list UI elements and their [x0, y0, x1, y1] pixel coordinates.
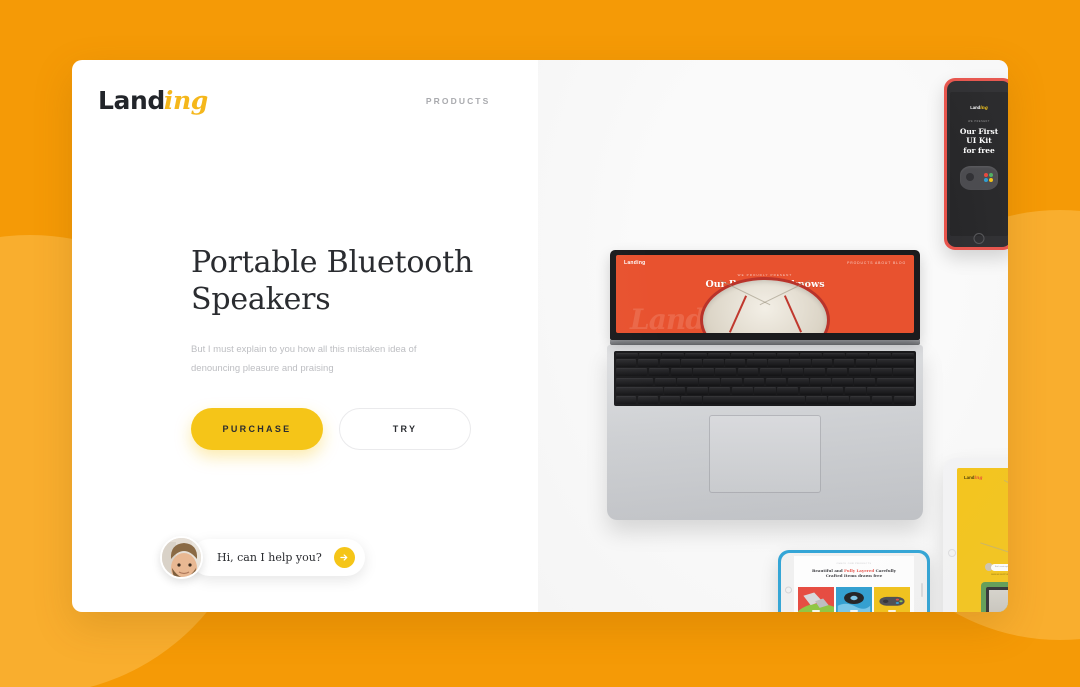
- drumstick-left: [728, 295, 747, 333]
- laptop-keyboard: [614, 351, 916, 407]
- logo[interactable]: Landing: [98, 86, 208, 116]
- laptop-screen: Landing Landing PRODUCTS ABOUT BLOG WE P…: [616, 255, 914, 333]
- red-phone-headline-line2: UI Kit: [966, 136, 992, 146]
- blue-phone-headline-line2: Crafted Items drawn free: [825, 573, 883, 579]
- laptop-screen-logo: Landing: [624, 260, 646, 266]
- red-phone-home-button: [973, 233, 985, 244]
- tablet-chat-message: But I must explain to you how all this m…: [991, 563, 1008, 571]
- hero-actions: PURCHASE TRY: [191, 408, 511, 451]
- tablet-chat-widget: But I must explain to you how all this m…: [985, 563, 1008, 571]
- red-phone-headline-line3: for free: [963, 145, 995, 155]
- arrow-right-icon[interactable]: [333, 547, 355, 568]
- blue-phone-eyebrow: CHECK OUR PRODUCTS: [836, 563, 872, 565]
- blue-phone-headline-a: Beautiful and: [812, 568, 845, 573]
- laptop-mockup: Landing Landing PRODUCTS ABOUT BLOG WE P…: [607, 250, 923, 520]
- blue-phone-headline-c: Carefully: [874, 568, 896, 573]
- product-card: SPLASH: [836, 587, 872, 612]
- logo-text-accent: ing: [163, 86, 208, 115]
- red-phone-headline: Our First UI Kit for free: [950, 127, 1008, 155]
- laptop-base: [607, 345, 923, 520]
- landing-page-card: Landing PRODUCTS ABOUT BLOG CONTACT Port…: [72, 60, 1008, 612]
- tablet-logo-accent: ing: [974, 476, 983, 481]
- blue-phone-body: CHECK OUR PRODUCTS Beautiful and Fully L…: [781, 553, 927, 612]
- product-card: GAMING: [874, 587, 910, 612]
- gamepad-buttons: [984, 173, 993, 182]
- blue-phone-side-button: [921, 583, 923, 597]
- retro-tv-illustration: [981, 582, 1008, 612]
- red-phone-screen-logo: Landing: [950, 105, 1008, 110]
- avatar: [160, 536, 203, 579]
- logo-text-main: Land: [98, 86, 165, 115]
- blue-phone-headline: Beautiful and Fully Layered Carefully Cr…: [794, 568, 914, 579]
- hero-subtitle: But I must explain to you how all this m…: [191, 344, 417, 375]
- tablet-screen: Landing WE PROUDLY PRESENT Our Brand New…: [957, 468, 1008, 612]
- gamepad-icon: [960, 166, 998, 190]
- keyboard-row-numbers: [616, 358, 915, 367]
- laptop-screen-nav: PRODUCTS ABOUT BLOG: [847, 261, 906, 265]
- keyboard-row-qwerty: [616, 368, 915, 377]
- red-phone-mockup: Landing WE PRESENT Our First UI Kit for …: [944, 78, 1008, 250]
- tablet-home-button: [948, 549, 956, 557]
- laptop-lid: Landing Landing PRODUCTS ABOUT BLOG WE P…: [610, 250, 920, 340]
- tablet-mockup: Landing WE PROUDLY PRESENT Our Brand New…: [943, 458, 1008, 612]
- red-phone-screen: Landing WE PRESENT Our First UI Kit for …: [950, 92, 1008, 236]
- blue-phone-mockup: CHECK OUR PRODUCTS Beautiful and Fully L…: [778, 550, 930, 612]
- drumstick-right: [783, 295, 802, 333]
- keyboard-row-shift: [616, 387, 915, 396]
- page-title: Portable Bluetooth Speakers: [191, 245, 474, 317]
- tablet-logo-main: Land: [964, 475, 975, 480]
- hero-section: Portable Bluetooth Speakers But I must e…: [191, 245, 511, 451]
- try-button[interactable]: TRY: [339, 408, 471, 451]
- blue-phone-headline-b: Fully Layered: [844, 568, 875, 573]
- purchase-button[interactable]: PURCHASE: [191, 408, 323, 451]
- laptop-trackpad: [709, 415, 821, 494]
- chat-widget[interactable]: Hi, can I help you?: [160, 536, 365, 579]
- chat-bubble[interactable]: Hi, can I help you?: [191, 539, 365, 576]
- keyboard-row-home: [616, 377, 914, 386]
- keyboard-row-space: [616, 396, 914, 405]
- chat-message: Hi, can I help you?: [217, 551, 322, 564]
- blue-phone-home-button: [785, 586, 792, 594]
- red-phone-headline-line1: Our First: [959, 127, 999, 136]
- red-phone-logo-main: Land: [970, 105, 981, 110]
- retro-tv-screen: [986, 587, 1008, 612]
- tablet-screen-logo: Landing: [964, 475, 982, 481]
- hero-product-photo: Landing Landing PRODUCTS ABOUT BLOG WE P…: [538, 60, 1008, 612]
- red-phone-body: Landing WE PRESENT Our First UI Kit for …: [947, 81, 1008, 247]
- keyboard-row-function: [616, 353, 915, 358]
- nav-item-products[interactable]: PRODUCTS: [426, 96, 491, 106]
- tablet-caption: DESIGN SUPPORT TEAM: [991, 574, 1008, 576]
- red-phone-eyebrow: WE PRESENT: [968, 120, 990, 123]
- blue-phone-screen: CHECK OUR PRODUCTS Beautiful and Fully L…: [794, 556, 914, 612]
- laptop-screen-logo-text: Landing: [624, 260, 646, 266]
- product-card: SHOES: [798, 587, 834, 612]
- red-phone-logo-accent: ing: [980, 105, 988, 110]
- blue-phone-product-cards: SHOES SPLASH: [798, 587, 910, 612]
